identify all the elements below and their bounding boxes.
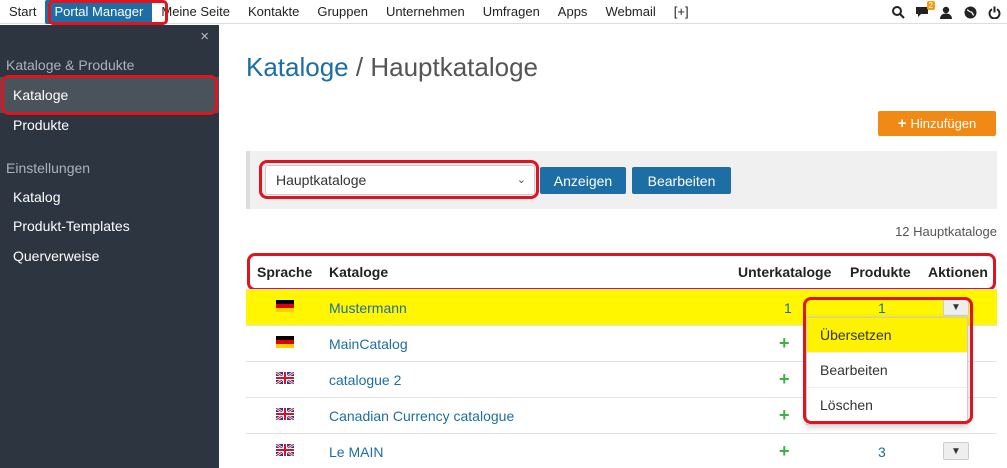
sidebar: × Kataloge & Produkte Kataloge Produkte …	[0, 25, 219, 468]
breadcrumb-current: Hauptkataloge	[370, 52, 539, 82]
add-button-label: Hinzufügen	[910, 116, 977, 131]
sidebar-section-kataloge-produkte: Kataloge & Produkte	[6, 57, 135, 73]
nav-more[interactable]: [+]	[665, 0, 698, 24]
power-icon[interactable]	[987, 5, 1001, 19]
flag-uk-icon	[276, 372, 294, 384]
nav-umfragen[interactable]: Umfragen	[474, 0, 549, 24]
sidebar-section-einstellungen: Einstellungen	[6, 160, 91, 176]
page-title: Kataloge / Hauptkataloge	[246, 52, 538, 83]
catalog-link[interactable]: MainCatalog	[329, 336, 408, 352]
annotation-highlight-kataloge	[1, 75, 218, 115]
nav-kontakte[interactable]: Kontakte	[239, 0, 308, 24]
catalog-link[interactable]: Canadian Currency catalogue	[329, 408, 514, 424]
add-subcatalog-icon[interactable]: +	[779, 442, 790, 460]
user-icon[interactable]	[939, 5, 953, 19]
flag-de-icon	[276, 300, 294, 312]
sidebar-item-produkte[interactable]: Produkte	[13, 117, 69, 133]
notification-badge: 2	[926, 1, 935, 10]
catalog-link[interactable]: Le MAIN	[329, 444, 383, 460]
add-subcatalog-icon[interactable]: +	[779, 370, 790, 388]
flag-uk-icon	[276, 408, 294, 420]
flag-uk-icon	[276, 444, 294, 456]
catalog-count: 12 Hauptkataloge	[895, 224, 997, 239]
search-zoom-icon[interactable]	[891, 5, 905, 19]
close-icon[interactable]: ×	[200, 28, 209, 45]
breadcrumb-separator: /	[348, 52, 371, 82]
annotation-highlight-select	[259, 160, 539, 199]
actions-dropdown-button[interactable]: ▼	[943, 442, 969, 460]
flag-de-icon	[276, 336, 294, 348]
sidebar-item-querverweise[interactable]: Querverweise	[13, 248, 99, 264]
top-navigation: Start Portal Manager Meine Seite Kontakt…	[0, 0, 1007, 25]
globe-icon[interactable]	[963, 5, 977, 19]
annotation-highlight-portal-manager	[48, 0, 168, 25]
add-subcatalog-icon[interactable]: +	[779, 406, 790, 424]
breadcrumb-kataloge[interactable]: Kataloge	[246, 52, 349, 82]
nav-apps[interactable]: Apps	[549, 0, 597, 24]
add-button[interactable]: + Hinzufügen	[878, 111, 996, 136]
subcatalog-count[interactable]: 1	[784, 300, 792, 316]
annotation-highlight-actions-menu	[803, 297, 973, 424]
plus-icon: +	[897, 115, 907, 132]
catalog-link[interactable]: Mustermann	[329, 300, 407, 316]
nav-webmail[interactable]: Webmail	[596, 0, 664, 24]
annotation-highlight-header	[247, 253, 996, 291]
sidebar-item-katalog[interactable]: Katalog	[13, 189, 60, 205]
sidebar-item-produkt-templates[interactable]: Produkt-Templates	[13, 218, 130, 234]
table-row: Le MAIN + 3 ▼	[246, 433, 997, 468]
catalog-link[interactable]: catalogue 2	[329, 372, 401, 388]
top-right-tools: 2	[891, 0, 1001, 24]
nav-gruppen[interactable]: Gruppen	[308, 0, 377, 24]
add-subcatalog-icon[interactable]: +	[779, 334, 790, 352]
show-button[interactable]: Anzeigen	[540, 167, 626, 194]
product-count[interactable]: 3	[878, 444, 886, 460]
chat-icon[interactable]: 2	[915, 1, 935, 19]
nav-unternehmen[interactable]: Unternehmen	[377, 0, 474, 24]
edit-button[interactable]: Bearbeiten	[632, 167, 731, 194]
nav-start[interactable]: Start	[0, 0, 45, 24]
